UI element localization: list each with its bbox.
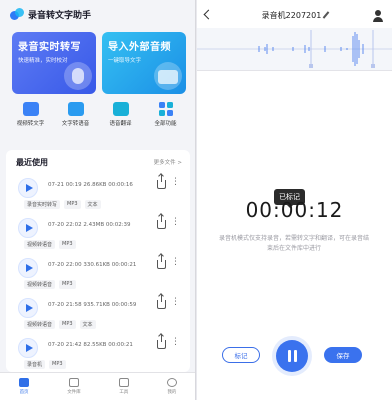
play-icon[interactable]: [18, 338, 38, 358]
tag: MP3: [59, 280, 76, 289]
more-menu-icon[interactable]: ⋮: [171, 258, 180, 267]
section-title: 最近使用: [16, 157, 48, 167]
share-icon[interactable]: [157, 254, 166, 269]
share-icon[interactable]: [157, 174, 166, 189]
more-menu-icon[interactable]: ⋮: [171, 298, 180, 307]
tool-label: 语音翻译: [109, 121, 132, 127]
tag-list: 录音实时转写 MP3 文本: [24, 200, 101, 209]
tab-label: 首页: [19, 390, 29, 395]
recording-timer: 00:00:12: [245, 198, 344, 222]
recent-header: 最近使用 更多文件 >: [16, 156, 182, 168]
tool-label: 全部功能: [154, 121, 177, 127]
list-item[interactable]: 07-20 22:02 2.43MB 00:02:39 ⋮ 视频转语音 MP3: [14, 212, 184, 252]
waveform-ruler: [197, 70, 392, 76]
waveform: [197, 28, 392, 70]
pause-button[interactable]: [276, 340, 308, 372]
recent-files-panel: 最近使用 更多文件 > 07-21 00:19 26.86KB 00:00:16…: [6, 150, 190, 372]
list-item[interactable]: 07-20 21:42 82.55KB 00:00:21 ⋮ 录音机 MP3: [14, 332, 184, 372]
tag-list: 视频转语音 MP3 文本: [24, 320, 96, 329]
file-meta: 07-20 22:02 2.43MB 00:02:39: [48, 222, 131, 228]
bottom-tab-bar: 首页 文件库 工具 我的: [0, 372, 195, 400]
tag: MP3: [59, 240, 76, 249]
recording-title: 录音机2207201: [261, 11, 322, 20]
speaker-icon[interactable]: [372, 10, 384, 22]
tab-label: 我的: [167, 390, 177, 395]
tool-text-to-speech[interactable]: 文字转语音: [53, 102, 98, 144]
recorder-hint: 录音机模式仅支持录音，若需转文字和翻译，可在录音结束后在文件库中进行: [219, 235, 370, 252]
tag: 视频转语音: [24, 320, 56, 329]
recorder-screen: 录音机2207201 已标记 00:00:12 录音机模式仅支持录音，若需转文字…: [197, 0, 392, 400]
tag: MP3: [59, 320, 76, 329]
recorder-title-wrap: 录音机2207201: [197, 10, 392, 21]
list-item[interactable]: 07-21 00:19 26.86KB 00:00:16 ⋮ 录音实时转写 MP…: [14, 172, 184, 212]
tool-label: 视频转文字: [16, 121, 45, 127]
tag: 录音机: [24, 360, 46, 369]
edit-icon[interactable]: [322, 11, 330, 19]
save-button[interactable]: 保存: [324, 347, 362, 363]
card-title: 导入外部音频: [108, 42, 171, 53]
card-title: 录音实时转写: [18, 42, 81, 53]
waveform-graphic: [197, 30, 392, 68]
play-icon[interactable]: [18, 258, 38, 278]
recorder-header: 录音机2207201: [197, 9, 392, 26]
tag: MP3: [64, 200, 81, 209]
toolbox-icon: [118, 378, 129, 387]
file-meta: 07-20 21:58 935.71KB 00:00:59: [48, 302, 137, 308]
profile-icon: [166, 378, 177, 387]
more-menu-icon[interactable]: ⋮: [171, 338, 180, 347]
realtime-transcribe-card[interactable]: 录音实时转写 快速精准，实时校对: [12, 32, 96, 94]
play-icon[interactable]: [18, 218, 38, 238]
mark-button[interactable]: 标记: [222, 347, 260, 363]
folder-shape: [158, 70, 178, 84]
share-icon[interactable]: [157, 214, 166, 229]
tag: 视频转语音: [24, 240, 56, 249]
tag-list: 视频转语音 MP3: [24, 280, 76, 289]
tab-file-library[interactable]: 文件库: [67, 378, 81, 395]
home-screen: 录音转文字助手 录音实时转写 快速精准，实时校对 导入外部音频 一键取导文字 视…: [0, 0, 196, 400]
tag: 视频转语音: [24, 280, 56, 289]
play-icon[interactable]: [18, 298, 38, 318]
text-to-speech-icon: [67, 102, 84, 116]
tool-grid: 视频转文字 文字转语音 语音翻译 全部功能: [8, 102, 188, 144]
list-item[interactable]: 07-20 21:58 935.71KB 00:00:59 ⋮ 视频转语音 MP…: [14, 292, 184, 332]
tag: MP3: [49, 360, 66, 369]
grid-icon: [158, 102, 174, 116]
file-meta: 07-21 00:19 26.86KB 00:00:16: [48, 182, 133, 188]
app-header: 录音转文字助手: [10, 6, 91, 22]
video-to-text-icon: [22, 102, 39, 116]
tag-list: 视频转语音 MP3: [24, 240, 76, 249]
tag: 文本: [79, 320, 96, 329]
microphone-shape: [72, 68, 84, 84]
tool-video-to-text[interactable]: 视频转文字: [8, 102, 53, 144]
play-icon[interactable]: [18, 178, 38, 198]
tag: 文本: [84, 200, 101, 209]
tab-profile[interactable]: 我的: [166, 378, 177, 395]
home-icon: [19, 378, 30, 387]
tab-label: 文件库: [67, 390, 81, 395]
app-title: 录音转文字助手: [28, 10, 92, 21]
tag-list: 录音机 MP3: [24, 360, 66, 369]
folder-icon: [68, 378, 79, 387]
more-menu-icon[interactable]: ⋮: [171, 218, 180, 227]
tab-tools[interactable]: 工具: [118, 378, 129, 395]
list-item[interactable]: 07-20 22:00 330.61KB 00:00:21 ⋮ 视频转语音 MP…: [14, 252, 184, 292]
more-files-link[interactable]: 更多文件 >: [154, 158, 182, 166]
tag: 录音实时转写: [24, 200, 61, 209]
tool-voice-translate[interactable]: 语音翻译: [98, 102, 143, 144]
more-menu-icon[interactable]: ⋮: [171, 178, 180, 187]
app-logo-icon: [10, 8, 24, 20]
tool-label: 文字转语音: [61, 121, 90, 127]
share-icon[interactable]: [157, 294, 166, 309]
tab-home[interactable]: 首页: [19, 378, 30, 395]
share-icon[interactable]: [157, 334, 166, 349]
voice-translate-icon: [112, 102, 129, 116]
tab-label: 工具: [119, 390, 129, 395]
import-audio-card[interactable]: 导入外部音频 一键取导文字: [102, 32, 186, 94]
tool-all-functions[interactable]: 全部功能: [143, 102, 188, 144]
file-meta: 07-20 21:42 82.55KB 00:00:21: [48, 342, 133, 348]
file-meta: 07-20 22:00 330.61KB 00:00:21: [48, 262, 137, 268]
